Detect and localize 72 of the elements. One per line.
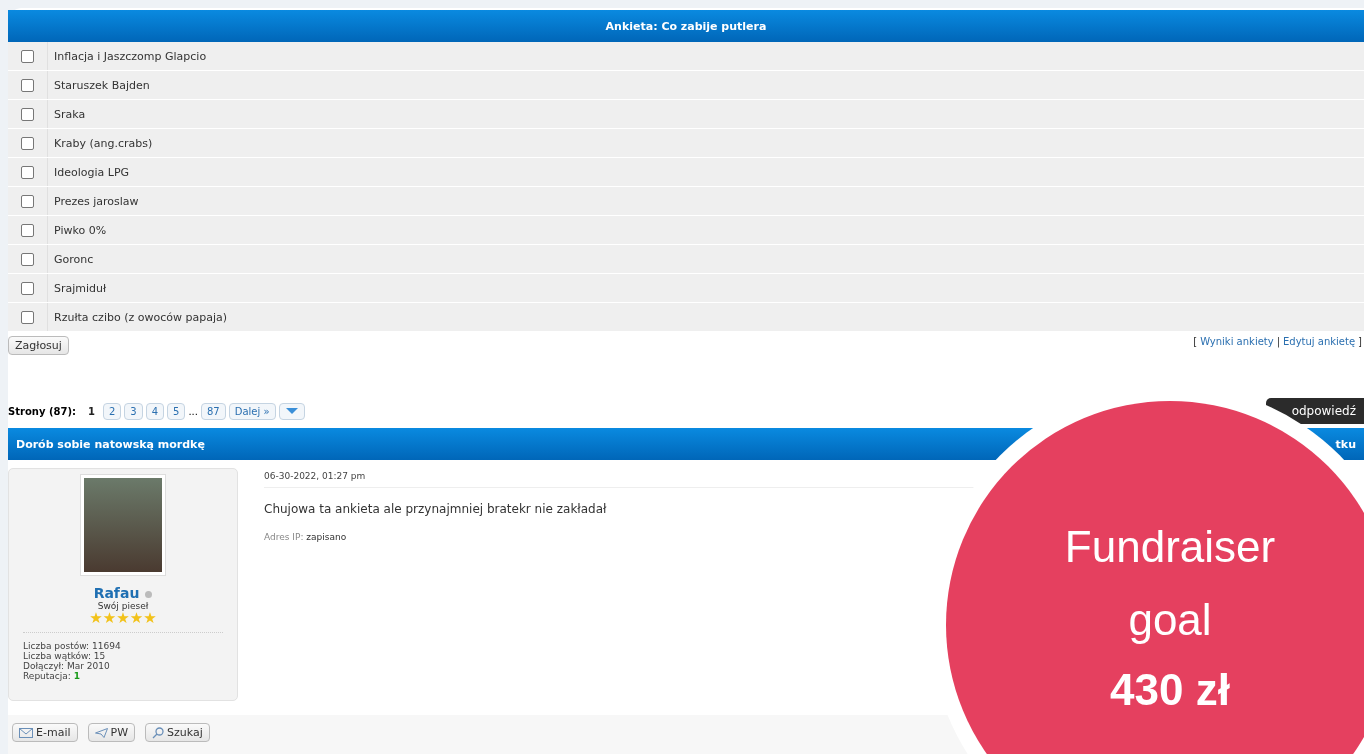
ip-info: Adres IP: zapisano [264,532,348,542]
fundraiser-text: Fundraiser [1063,522,1277,572]
search-icon [152,726,164,739]
checkbox[interactable] [21,49,34,63]
paper-plane-icon [94,727,108,738]
poll-option-row[interactable]: Rzułta czibo (z owoców papaja) [8,303,1364,332]
poll-option-row[interactable]: Prezes jaroslaw [8,187,1364,216]
option-label: Prezes jaroslaw [53,193,139,210]
author-rank: Swój pieseł [97,601,149,611]
star-icon: ★ [102,611,117,626]
star-icon: ★ [89,611,103,626]
thread-title: Dorób sobie natowską mordkę [16,437,205,451]
page-link[interactable]: 2 [102,402,122,420]
thread-header-link[interactable]: tku [1335,437,1356,451]
post-message: Chujowa ta ankieta ale przynajmniej bratekr nie zakładał [264,502,608,516]
page-link[interactable]: 5 [167,402,186,420]
caret-icon [284,406,299,415]
search-button[interactable]: Szukaj [145,723,210,742]
author-stat: Liczba wątków: 15 [23,651,107,661]
checkbox[interactable] [21,252,34,266]
separator: | [1276,336,1281,347]
star-icon: ★ [116,611,130,626]
poll-option-row[interactable]: Inflacja i Jaszczomp Glapcio [8,42,1364,71]
next-page-link[interactable]: Dalej » [228,402,276,420]
author-stat: Liczba postów: 11694 [23,641,122,651]
envelope-icon [19,727,33,738]
poll-header: Ankieta: Co zabije putlera [8,10,1364,42]
poll-option-row[interactable]: Srajmiduł [8,274,1364,303]
star-icon: ★ [129,611,144,626]
pages-label: Strony (87): [8,405,76,417]
star-icon: ★ [143,611,157,626]
page-link[interactable]: 3 [124,402,143,420]
checkbox[interactable] [21,165,34,179]
checkbox[interactable] [21,194,34,208]
author-stat: Dołączył: Mar 2010 [23,661,111,671]
bracket: [ [1193,336,1198,347]
option-label: Srajmiduł [53,280,107,297]
author-name[interactable]: Rafau [93,585,153,601]
ellipsis: ... [188,405,198,417]
checkbox[interactable] [21,107,34,121]
poll-option-row[interactable]: Piwko 0% [8,216,1364,245]
fundraiser-text: goal [1127,595,1213,645]
checkbox[interactable] [21,310,34,324]
checkbox[interactable] [21,223,34,237]
option-label: Ideologia LPG [53,164,130,181]
option-label: Rzułta czibo (z owoców papaja) [53,309,227,326]
option-label: Sraka [53,106,86,123]
option-label: Kraby (ang.crabs) [53,135,153,152]
page-link[interactable]: 87 [201,402,226,420]
bracket: ] [1358,336,1362,347]
option-label: Inflacja i Jaszczomp Glapcio [53,48,207,65]
poll-results-link[interactable]: Wyniki ankiety [1200,336,1274,347]
poll-option-row[interactable]: Sraka [8,100,1364,129]
poll-option-row[interactable]: Goronc [8,245,1364,274]
option-label: Staruszek Bajden [53,77,150,94]
page-link[interactable]: 4 [145,402,165,420]
fundraiser-amount: 430 zł [1109,665,1231,715]
edit-poll-link[interactable]: Edytuj ankietę [1283,336,1356,347]
poll-option-row[interactable]: Staruszek Bajden [8,71,1364,100]
page-link[interactable]: 1 [82,403,100,419]
checkbox[interactable] [21,281,34,295]
checkbox[interactable] [21,136,34,150]
checkbox[interactable] [21,78,34,92]
poll-option-row[interactable]: Ideologia LPG [8,158,1364,187]
dropdown-button[interactable] [278,402,305,420]
option-label: Piwko 0% [53,222,107,239]
vote-button[interactable]: Zagłosuj [8,336,69,355]
option-label: Goronc [53,251,94,268]
email-button[interactable]: E-mail [12,723,78,742]
poll-option-row[interactable]: Kraby (ang.crabs) [8,129,1364,158]
pm-button[interactable]: PW [87,723,135,742]
author-stat: Reputacja: 1 [23,671,81,681]
